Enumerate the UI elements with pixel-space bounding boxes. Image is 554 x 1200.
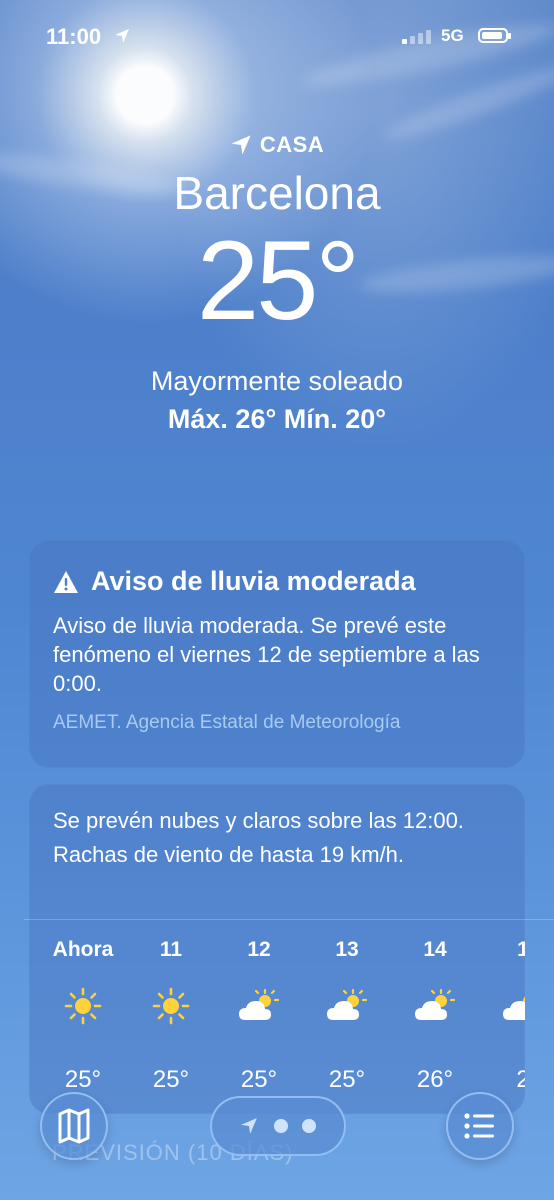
alert-source: AEMET. Agencia Estatal de Meteorología: [53, 712, 401, 733]
home-location-label: CASA: [0, 132, 554, 158]
location-arrow-icon: [231, 135, 251, 155]
alert-title-row: Aviso de lluvia moderada: [53, 566, 501, 597]
network-type: 5G: [441, 26, 464, 45]
condition-text: Mayormente soleado: [150, 366, 404, 396]
signal-icon: [402, 30, 431, 44]
alert-body: Aviso de lluvia moderada. Se prevé este …: [53, 613, 480, 696]
home-label-text: CASA: [259, 132, 325, 157]
location-arrow-icon: [115, 29, 129, 43]
locations-list-button[interactable]: [446, 1092, 514, 1160]
hourly-divider: [24, 919, 554, 920]
hour-label: Ahora: [52, 938, 114, 961]
hour-label: 1: [517, 938, 525, 961]
current-temperature: 25°: [196, 218, 360, 343]
partly-cloudy-icon: [503, 996, 525, 1020]
map-icon: [58, 1108, 90, 1144]
page-dot: [274, 1119, 288, 1133]
warning-icon: [54, 570, 78, 593]
page-dot: [302, 1119, 316, 1133]
city-name: Barcelona: [173, 167, 381, 219]
sun-icon: [152, 987, 190, 1025]
hour-temperature: 26°: [416, 1066, 454, 1093]
hour-temperature: 2: [516, 1066, 525, 1093]
hour-temperature: 25°: [64, 1066, 102, 1093]
weather-alert-card[interactable]: Aviso de lluvia moderada Aviso de lluvia…: [29, 540, 525, 768]
status-bar: 11:00 5G: [0, 0, 554, 70]
alert-title: Aviso de lluvia moderada: [91, 566, 416, 596]
hour-temperature: 25°: [328, 1066, 366, 1093]
sun-icon: [64, 987, 102, 1025]
hourly-summary: Se prevén nubes y claros sobre las 12:00…: [53, 808, 464, 867]
hour-label: 13: [335, 938, 359, 961]
battery-icon: [478, 28, 511, 43]
hourly-forecast-card[interactable]: Se prevén nubes y claros sobre las 12:00…: [29, 784, 525, 1114]
hour-label: 12: [247, 938, 271, 961]
partly-cloudy-icon: [239, 988, 280, 1020]
hour-temperature: 25°: [152, 1066, 190, 1093]
partly-cloudy-icon: [415, 988, 456, 1020]
status-time: 11:00: [46, 24, 102, 49]
high-low-temperature: Máx. 26° Mín. 20°: [167, 404, 387, 434]
hour-label: 14: [423, 938, 447, 961]
hour-temperature: 25°: [240, 1066, 278, 1093]
location-arrow-icon: [241, 1118, 257, 1134]
map-button[interactable]: [40, 1092, 108, 1160]
list-icon: [464, 1113, 494, 1139]
page-indicator[interactable]: [210, 1096, 346, 1156]
partly-cloudy-icon: [327, 988, 368, 1020]
hour-label: 11: [159, 938, 183, 961]
